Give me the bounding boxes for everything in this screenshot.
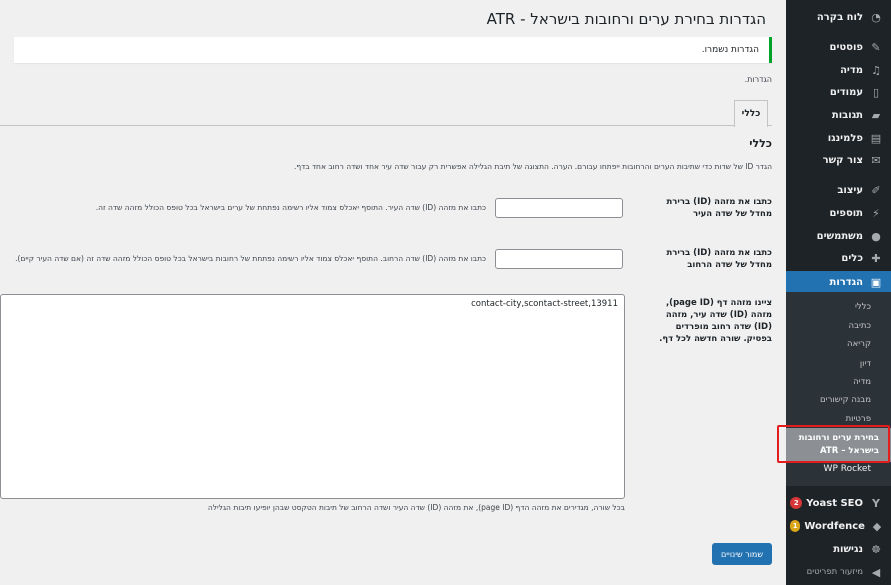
notification-badge: 2 <box>790 497 803 509</box>
save-button[interactable]: שמור שינויים <box>712 543 772 565</box>
menu-item-pages[interactable]: ▯ עמודים <box>786 81 891 103</box>
section-intro: הגדר ID של שדות כדי שתיבות הערים והרחובו… <box>293 162 772 171</box>
menu-item-wordfence[interactable]: ◆ Wordfence 1 <box>786 515 891 537</box>
menu-item-yoast[interactable]: Y Yoast SEO 2 <box>786 492 891 514</box>
menu-item-accessibility[interactable]: ☸ נגישות <box>786 538 891 560</box>
submenu-discussion[interactable]: דיון <box>786 356 891 372</box>
tabs-divider <box>0 125 772 126</box>
menu-item-plugins[interactable]: ⚡ תוספים <box>786 202 891 224</box>
menu-item-contact[interactable]: ✉ צור קשר <box>786 149 891 171</box>
pages-field-desc: בכל שורה, מגדירים את מזהה הדף (page ID),… <box>207 503 625 512</box>
menu-label: צור קשר <box>822 154 863 166</box>
admin-sidebar: ◔ לוח בקרה ✎ פוסטים ♫ מדיה ▯ עמודים ▰ תג… <box>786 0 891 585</box>
menu-label: מדיה <box>840 64 863 76</box>
menu-item-tools[interactable]: ✚ כלים <box>786 247 891 269</box>
menu-label: מיזעור תפריטים <box>806 567 863 577</box>
menu-label: כלים <box>841 252 863 264</box>
menu-item-media[interactable]: ♫ מדיה <box>786 59 891 81</box>
street-id-input[interactable] <box>495 249 623 269</box>
page-subtitle: הגדרות. <box>744 75 772 84</box>
yoast-icon: Y <box>872 496 880 510</box>
menu-item-flamingo[interactable]: ▤ פלמינגו <box>786 127 891 149</box>
settings-icon: ▣ <box>870 275 882 289</box>
street-field-label: כתבו את מזהה (ID) ברירת מחדל של שדה הרחו… <box>666 248 772 270</box>
flamingo-icon: ▤ <box>870 131 882 145</box>
menu-item-appearance[interactable]: ✐ עיצוב <box>786 179 891 201</box>
submenu-atr-settings[interactable]: בחירת ערים ורחובות בישראל – ATR <box>786 428 891 462</box>
submenu-reading[interactable]: קריאה <box>786 336 891 352</box>
plugins-icon: ⚡ <box>872 206 880 220</box>
media-icon: ♫ <box>871 63 881 77</box>
menu-item-settings[interactable]: ▣ הגדרות <box>786 271 891 293</box>
menu-label: Wordfence <box>804 520 865 532</box>
street-field-desc: כתבו את מזהה (ID) שדה הרחוב. התוסף יאכלס… <box>15 254 486 263</box>
submenu-writing[interactable]: כתיבה <box>786 318 891 334</box>
menu-label: תוספים <box>829 207 863 219</box>
pages-field-label: ציינו מזהה דף (page ID), מזהה (ID) שדה ע… <box>659 298 772 344</box>
success-notice: הגדרות נשמרו. <box>14 37 772 63</box>
menu-item-dashboard[interactable]: ◔ לוח בקרה <box>786 6 891 28</box>
collapse-menu-button[interactable]: ◀ מיזעור תפריטים <box>786 561 891 583</box>
city-id-input[interactable] <box>495 198 623 218</box>
menu-label: עמודים <box>829 86 863 98</box>
mail-icon: ✉ <box>871 153 881 167</box>
pages-textarea[interactable]: contact-city,scontact-street,13911 <box>0 294 625 499</box>
tab-general[interactable]: כללי <box>734 100 768 127</box>
menu-item-users[interactable]: ● משתמשים <box>786 225 891 247</box>
menu-item-comments[interactable]: ▰ תגובות <box>786 104 891 126</box>
menu-label: פלמינגו <box>827 132 863 144</box>
pin-icon: ✎ <box>871 40 881 54</box>
section-title: כללי <box>749 137 772 150</box>
menu-label: תגובות <box>831 109 863 121</box>
pages-icon: ▯ <box>872 85 880 99</box>
submenu-media[interactable]: מדיה <box>786 374 891 390</box>
submenu-general[interactable]: כללי <box>786 299 891 315</box>
accessibility-icon: ☸ <box>871 542 881 556</box>
dashboard-icon: ◔ <box>871 10 881 24</box>
wordfence-icon: ◆ <box>872 519 882 533</box>
menu-item-posts[interactable]: ✎ פוסטים <box>786 36 891 58</box>
menu-label: Yoast SEO <box>806 497 863 509</box>
menu-label: משתמשים <box>816 230 863 242</box>
main-content: הגדרות בחירת ערים ורחובות בישראל - ATR ה… <box>0 0 786 585</box>
city-field-label: כתבו את מזהה (ID) ברירת מחדל של שדה העיר <box>666 197 772 219</box>
submenu-wp-rocket[interactable]: WP Rocket <box>786 461 891 477</box>
menu-label: פוסטים <box>829 41 863 53</box>
submenu-permalinks[interactable]: מבנה קישורים <box>786 392 891 408</box>
users-icon: ● <box>871 229 881 243</box>
notification-badge: 1 <box>790 520 801 532</box>
submenu-privacy[interactable]: פרטיות <box>786 411 891 427</box>
comments-icon: ▰ <box>871 108 881 122</box>
city-field-desc: כתבו את מזהה (ID) שדה העיר. התוסף יאכלס … <box>95 203 486 212</box>
menu-label: לוח בקרה <box>816 11 863 23</box>
appearance-icon: ✐ <box>871 183 881 197</box>
menu-label: נגישות <box>833 543 863 555</box>
notice-text: הגדרות נשמרו. <box>701 45 759 55</box>
menu-label: עיצוב <box>837 184 863 196</box>
collapse-icon: ◀ <box>871 565 881 579</box>
menu-label: הגדרות <box>829 276 863 288</box>
tools-icon: ✚ <box>871 251 881 265</box>
page-title: הגדרות בחירת ערים ורחובות בישראל - ATR <box>486 10 766 28</box>
